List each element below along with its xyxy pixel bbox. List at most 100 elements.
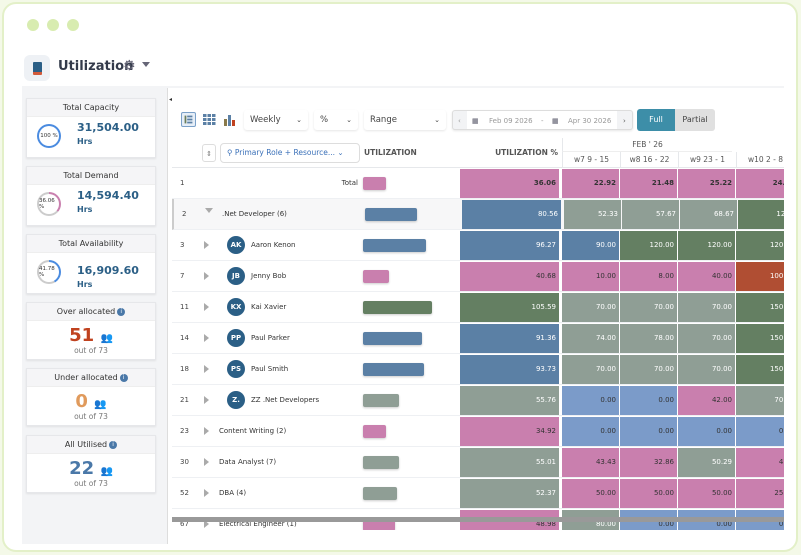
table-row[interactable]: 30 Data Analyst (7) 55.01 43.43 32.86 50.29 4…	[172, 447, 784, 478]
horizontal-scrollbar[interactable]	[172, 517, 784, 522]
week-cell[interactable]: 0.00	[620, 417, 677, 446]
week-cell[interactable]: 25.22	[678, 169, 735, 198]
info-icon[interactable]: i	[119, 373, 128, 382]
table-row[interactable]: 23 Content Writing (2) 34.92 0.00 0.00 0.00 0…	[172, 416, 784, 447]
end-date[interactable]: Apr 30 2026	[568, 111, 611, 131]
unit-select[interactable]: % ⌄	[314, 110, 358, 130]
col-utilization-pct[interactable]: UTILIZATION %	[462, 138, 558, 168]
week-cell[interactable]: 42.00	[678, 386, 735, 415]
row-name[interactable]: Data Analyst (7)	[219, 447, 276, 477]
week-cell[interactable]: 90.00	[562, 231, 619, 260]
week-cell[interactable]: 40.00	[678, 262, 735, 291]
week-cell[interactable]: 68.67	[680, 200, 737, 229]
week-cell[interactable]: 120.00	[620, 231, 677, 260]
col-utilization[interactable]: UTILIZATION	[364, 138, 417, 168]
util-pct-cell[interactable]: 52.37	[460, 479, 559, 508]
expand-icon[interactable]	[204, 396, 209, 404]
start-date[interactable]: Feb 09 2026	[489, 111, 533, 131]
window-dot[interactable]	[67, 19, 79, 31]
util-pct-cell[interactable]: 55.01	[460, 448, 559, 477]
week-header[interactable]: w7 9 - 15	[562, 152, 620, 168]
table-row[interactable]: 14 PP Paul Parker 91.3674.0078.0070.00150.…	[172, 323, 784, 354]
expand-icon[interactable]	[204, 489, 209, 497]
util-pct-cell[interactable]: 80.56	[462, 200, 561, 229]
table-row[interactable]: 11KXKai Xavier 105.5970.0070.0070.00150.…	[172, 292, 784, 323]
expand-icon[interactable]	[204, 365, 209, 373]
grid-view-icon[interactable]	[202, 112, 217, 127]
week-cell[interactable]: 70.00	[562, 293, 619, 322]
week-cell[interactable]: 50.00	[562, 479, 619, 508]
week-cell[interactable]: 70.00	[620, 293, 677, 322]
week-cell[interactable]: 50.29	[678, 448, 735, 477]
expand-icon[interactable]	[204, 427, 209, 435]
group-by-select[interactable]: ⚲ Primary Role + Resource... ⌄	[220, 143, 360, 163]
week-cell[interactable]: 150.0	[736, 355, 784, 384]
table-row[interactable]: 3 AK Aaron Kenon 96.27 90.00 120.00 120.00 120…	[172, 230, 784, 261]
table-row[interactable]: 1 Total 36.0622.9221.4825.2224.9	[172, 168, 784, 199]
window-dot[interactable]	[27, 19, 39, 31]
week-header[interactable]: w10 2 - 8	[736, 152, 784, 168]
expand-icon[interactable]	[204, 334, 209, 342]
table-row[interactable]: 7 JB Jenny Bob 40.6810.008.0040.00100.0	[172, 261, 784, 292]
row-name[interactable]: ZZ .Net Developers	[251, 385, 319, 415]
info-icon[interactable]: i	[109, 440, 118, 449]
expand-icon[interactable]	[204, 272, 209, 280]
util-pct-cell[interactable]: 55.76	[460, 386, 559, 415]
week-cell[interactable]: 0.0	[736, 417, 784, 446]
week-cell[interactable]: 0.00	[620, 386, 677, 415]
period-select[interactable]: Weekly ⌄	[244, 110, 308, 130]
calendar-icon[interactable]: ▦	[472, 111, 479, 131]
row-name[interactable]: .Net Developer (6)	[222, 199, 287, 229]
week-cell[interactable]: 0.00	[562, 386, 619, 415]
week-header[interactable]: w9 23 - 1	[678, 152, 736, 168]
week-cell[interactable]: 57.67	[622, 200, 679, 229]
week-cell[interactable]: 120.00	[678, 231, 735, 260]
row-name[interactable]: Jenny Bob	[251, 261, 286, 291]
util-pct-cell[interactable]: 96.27	[460, 231, 559, 260]
collapse-icon[interactable]	[205, 208, 213, 213]
table-row[interactable]: 18PSPaul Smith 93.7370.0070.0070.00150.0	[172, 354, 784, 385]
bar-chart-view-icon[interactable]	[222, 112, 237, 127]
sort-toggle-icon[interactable]: ⇕	[202, 144, 216, 162]
row-name[interactable]: Paul Smith	[251, 354, 288, 384]
expand-icon[interactable]	[204, 303, 209, 311]
week-cell[interactable]: 70.00	[562, 355, 619, 384]
week-cell[interactable]: 32.86	[620, 448, 677, 477]
week-cell[interactable]: 50.00	[620, 479, 677, 508]
chevron-down-icon[interactable]	[142, 62, 150, 67]
collapse-sidebar-icon[interactable]: ◂	[169, 96, 172, 103]
week-cell[interactable]: 52.33	[564, 200, 621, 229]
week-cell[interactable]: 123.	[738, 200, 784, 229]
week-cell[interactable]: 70.0	[736, 386, 784, 415]
week-cell[interactable]: 50.00	[678, 479, 735, 508]
week-cell[interactable]: 25.0	[736, 479, 784, 508]
util-pct-cell[interactable]: 36.06	[460, 169, 559, 198]
row-name[interactable]: Aaron Kenon	[251, 230, 295, 260]
week-cell[interactable]: 74.00	[562, 324, 619, 353]
util-pct-cell[interactable]: 93.73	[460, 355, 559, 384]
row-name[interactable]: Content Writing (2)	[219, 416, 286, 446]
week-cell[interactable]: 22.92	[562, 169, 619, 198]
week-cell[interactable]: 100.0	[736, 262, 784, 291]
info-icon[interactable]: i	[117, 307, 126, 316]
week-cell[interactable]: 120.0	[736, 231, 784, 260]
week-cell[interactable]: 70.00	[678, 293, 735, 322]
week-cell[interactable]: 150.0	[736, 324, 784, 353]
week-cell[interactable]: 8.00	[620, 262, 677, 291]
next-period-button[interactable]: ›	[623, 111, 626, 131]
week-header[interactable]: w8 16 - 22	[620, 152, 678, 168]
row-name[interactable]: Paul Parker	[251, 323, 290, 353]
partial-toggle[interactable]: Partial	[675, 109, 715, 131]
week-cell[interactable]: 150.0	[736, 293, 784, 322]
week-cell[interactable]: 0.00	[562, 417, 619, 446]
util-pct-cell[interactable]: 34.92	[460, 417, 559, 446]
util-pct-cell[interactable]: 91.36	[460, 324, 559, 353]
week-cell[interactable]: 78.00	[620, 324, 677, 353]
week-cell[interactable]: 70.00	[678, 324, 735, 353]
week-cell[interactable]: 21.48	[620, 169, 677, 198]
prev-period-button[interactable]: ‹	[458, 111, 461, 131]
util-pct-cell[interactable]: 40.68	[460, 262, 559, 291]
table-row[interactable]: 2 .Net Developer (6) 80.56 52.33 57.67 68.67…	[172, 199, 784, 230]
expand-icon[interactable]	[204, 458, 209, 466]
row-name[interactable]: DBA (4)	[219, 478, 246, 508]
